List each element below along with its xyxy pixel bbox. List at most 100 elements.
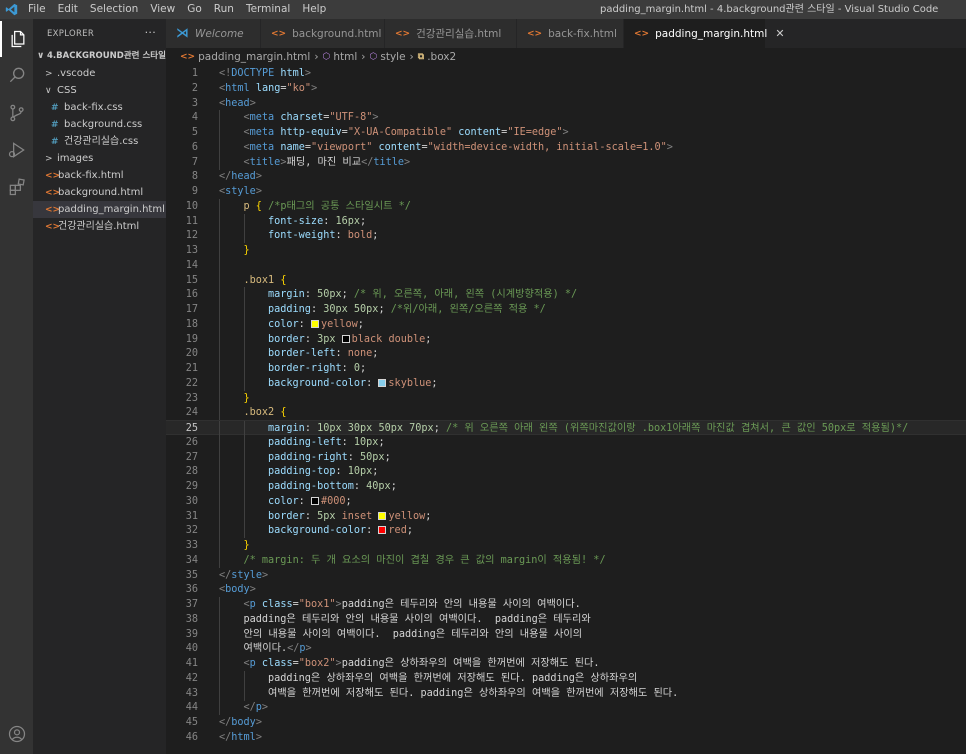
code-line[interactable]: 38 padding은 테두리와 안의 내용물 사이의 여백이다. padding… [166, 611, 966, 627]
code-text: color: #000; [268, 494, 352, 509]
code-line[interactable]: 15 .box1 { [166, 272, 966, 288]
source-control-icon[interactable] [0, 95, 33, 131]
code-line[interactable]: 30 color: #000; [166, 493, 966, 509]
code-line[interactable]: 46 </html> [166, 730, 966, 745]
code-token: > [255, 717, 262, 728]
code-line[interactable]: 2 <html lang="ko"> [166, 81, 966, 96]
code-line[interactable]: 40 여백이다.</p> [166, 641, 966, 657]
code-line[interactable]: 19 border: 3px black double; [166, 331, 966, 347]
code-line[interactable]: 31 border: 5px inset yellow; [166, 508, 966, 524]
code-line[interactable]: 3 <head> [166, 96, 966, 111]
menu-file[interactable]: File [22, 0, 52, 19]
tree-item-10[interactable]: <>건강관리실습.html [33, 218, 166, 235]
code-line[interactable]: 29 padding-bottom: 40px; [166, 479, 966, 494]
code-line[interactable]: 28 padding-top: 10px; [166, 464, 966, 480]
menu-terminal[interactable]: Terminal [240, 0, 296, 19]
code-line[interactable]: 22 background-color: skyblue; [166, 375, 966, 391]
code-line[interactable]: 10 p { /*p태그의 공통 스타일시트 */ [166, 198, 966, 214]
tab-0[interactable]: ⋊ Welcome [166, 19, 261, 48]
explorer-icon[interactable] [0, 21, 33, 57]
color-swatch-icon[interactable] [378, 511, 387, 520]
tree-item-2[interactable]: ∨ CSS [33, 82, 166, 99]
search-icon[interactable] [0, 57, 33, 93]
tree-item-5[interactable]: # 건강관리실습.css [33, 133, 166, 150]
code-line[interactable]: 36 <body> [166, 582, 966, 597]
code-token: 70px [409, 423, 434, 434]
code-line[interactable]: 26 padding-left: 10px; [166, 434, 966, 450]
tab-3[interactable]: <> back-fix.html [517, 19, 624, 48]
tab-2[interactable]: <> 건강관리실습.html [385, 19, 517, 48]
code-line[interactable]: 12 font-weight: bold; [166, 228, 966, 244]
code-line[interactable]: 4 <meta charset="UTF-8"> [166, 110, 966, 126]
code-line[interactable]: 16 margin: 50px; /* 위, 오른쪽, 아래, 왼쪽 (시계방향적… [166, 287, 966, 303]
tree-item-1[interactable]: > .vscode [33, 65, 166, 82]
code-line[interactable]: 27 padding-right: 50px; [166, 449, 966, 465]
tree-item-3[interactable]: # back-fix.css [33, 99, 166, 116]
run-debug-icon[interactable] [0, 132, 33, 168]
tree-item-0[interactable]: ∨ 4.BACKGROUND관련 스타일 [33, 48, 166, 65]
tree-item-4[interactable]: # background.css [33, 116, 166, 133]
code-line[interactable]: 9 <style> [166, 184, 966, 199]
tree-item-7[interactable]: <>back-fix.html [33, 167, 166, 184]
code-editor[interactable]: 1 <!DOCTYPE html> 2 <html lang="ko"> 3 <head>… [166, 65, 966, 754]
indent-guide [243, 449, 245, 465]
tab-1[interactable]: <> background.html [261, 19, 385, 48]
tree-item-8[interactable]: <>background.html [33, 184, 166, 201]
code-line[interactable]: 24 .box2 { [166, 405, 966, 421]
code-line[interactable]: 21 border-right: 0; [166, 361, 966, 376]
menu-selection[interactable]: Selection [84, 0, 144, 19]
code-line[interactable]: 14 [166, 257, 966, 273]
menu-go[interactable]: Go [181, 0, 208, 19]
code-line[interactable]: 23} [166, 390, 966, 406]
html-file-icon: <> [395, 28, 411, 39]
code-line[interactable]: 5 <meta http-equiv="X-UA-Compatible" cont… [166, 125, 966, 140]
tree-item-6[interactable]: > images [33, 150, 166, 167]
breadcrumb-style[interactable]: style [380, 51, 405, 63]
menu-help[interactable]: Help [296, 0, 332, 19]
code-line[interactable]: 43 여백을 한꺼번에 저장해도 된다. padding은 상하좌우의 여백을 한… [166, 685, 966, 701]
menu-run[interactable]: Run [208, 0, 240, 19]
code-line[interactable]: 34 /* margin: 두 개 요소의 마진이 겹칠 경우 큰 값의 marg… [166, 552, 966, 568]
code-line[interactable]: 13} [166, 243, 966, 258]
extensions-icon[interactable] [0, 169, 33, 205]
code-token: : [353, 481, 367, 492]
menu-edit[interactable]: Edit [52, 0, 84, 19]
code-text: 안의 내용물 사이의 여백이다. padding은 테두리와 안의 내용물 사이… [244, 627, 583, 642]
code-token: : [366, 377, 379, 389]
code-line[interactable]: 17 padding: 30px 50px; /*위/아래, 왼쪽/오른쪽 적용 … [166, 302, 966, 317]
code-token: /*p태그의 공통 스타일시트 */ [268, 200, 411, 212]
code-line[interactable]: 35 </style> [166, 568, 966, 583]
code-line[interactable]: 8 </head> [166, 169, 966, 184]
code-line[interactable]: 32 background-color: red; [166, 523, 966, 539]
code-line[interactable]: 25 margin: 10px 30px 50px 70px; /* 위 오른쪽 … [166, 420, 966, 436]
code-line[interactable]: 41 <p class="box2">padding은 상하좌우의 여백을 한꺼번… [166, 656, 966, 671]
code-line[interactable]: 33} [166, 538, 966, 553]
close-icon[interactable]: ✕ [775, 27, 784, 40]
color-swatch-icon[interactable] [341, 334, 350, 343]
tree-item-9[interactable]: <>padding_margin.html [33, 201, 166, 218]
breadcrumb-selector[interactable]: .box2 [427, 51, 456, 63]
code-line[interactable]: 7 <title>패딩, 마진 비교</title> [166, 154, 966, 170]
code-line[interactable]: 42 padding은 상하좌우의 여백을 한꺼번에 저장해도 된다. paddi… [166, 670, 966, 686]
breadcrumb-file[interactable]: padding_margin.html [198, 51, 310, 63]
code-token: </ [219, 731, 232, 743]
code-line[interactable]: 39 안의 내용물 사이의 여백이다. padding은 테두리와 안의 내용물 … [166, 626, 966, 642]
code-token: "X-UA-Compatible" [347, 127, 453, 138]
color-swatch-icon[interactable] [378, 378, 387, 387]
code-line[interactable]: 44 </p> [166, 700, 966, 716]
more-actions-icon[interactable]: ··· [145, 26, 156, 39]
code-line[interactable]: 6 <meta name="viewport" content="width=de… [166, 139, 966, 155]
menu-view[interactable]: View [144, 0, 181, 19]
account-icon[interactable] [0, 716, 33, 752]
code-line[interactable]: 20 border-left: none; [166, 346, 966, 362]
code-line[interactable]: 11 font-size: 16px; [166, 213, 966, 229]
code-line[interactable]: 45 </body> [166, 715, 966, 730]
color-swatch-icon[interactable] [310, 319, 319, 328]
color-swatch-icon[interactable] [378, 526, 387, 535]
code-line[interactable]: 1 <!DOCTYPE html> [166, 66, 966, 81]
code-line[interactable]: 18 color: yellow; [166, 316, 966, 332]
tab-4[interactable]: <> padding_margin.html ✕ [624, 19, 785, 48]
color-swatch-icon[interactable] [310, 496, 319, 505]
code-line[interactable]: 37 <p class="box1">padding은 테두리와 안의 내용물 사… [166, 597, 966, 612]
breadcrumb-html[interactable]: html [333, 51, 357, 63]
